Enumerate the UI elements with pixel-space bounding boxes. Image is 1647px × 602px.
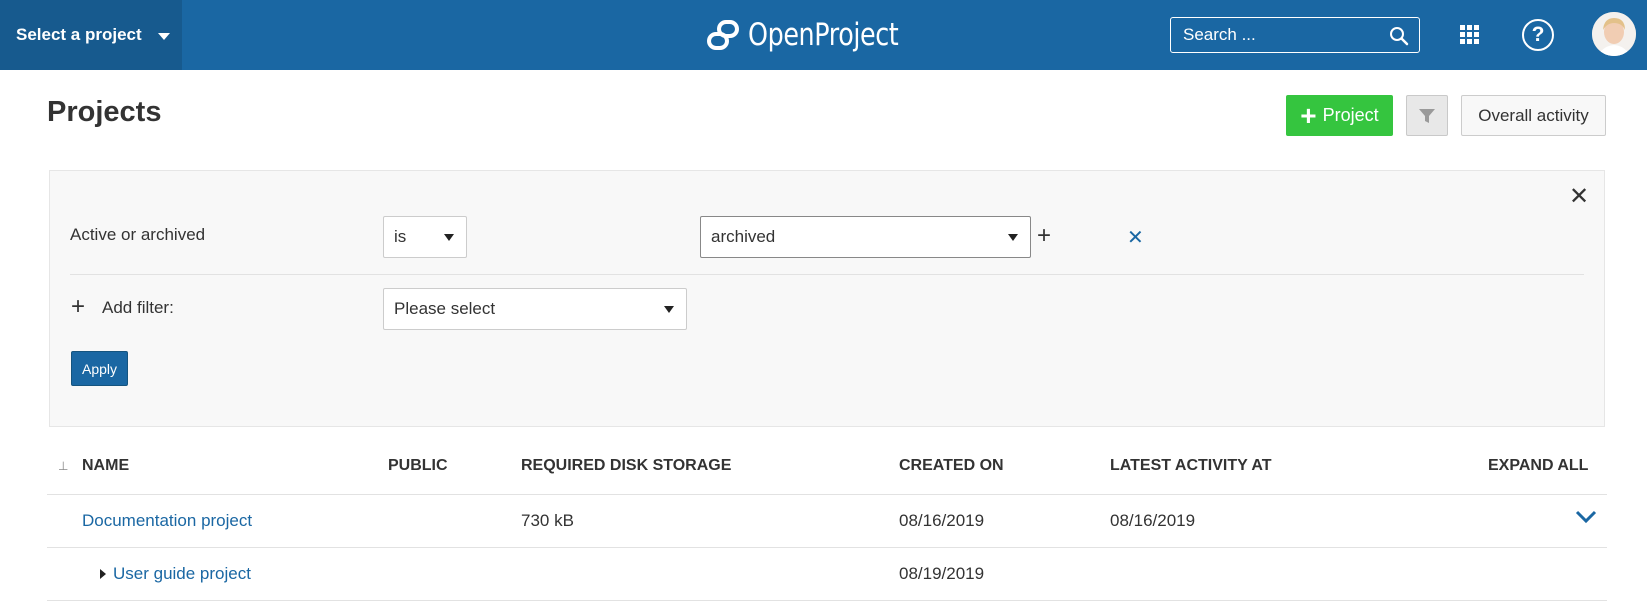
filter-value-select[interactable]: archived <box>700 216 1031 258</box>
disk-storage-cell: 730 kB <box>521 511 574 530</box>
remove-filter-icon[interactable]: ✕ <box>1127 225 1144 250</box>
add-filter-plus-icon: + <box>71 293 86 320</box>
expand-all-button[interactable]: EXPAND ALL <box>1488 457 1588 475</box>
project-selector-label: Select a project <box>16 25 142 44</box>
filter-operator-select[interactable]: is <box>383 216 467 258</box>
column-header-public[interactable]: PUBLIC <box>388 457 448 475</box>
table-header-divider <box>47 494 1607 495</box>
dropdown-arrow-icon <box>444 234 454 241</box>
latest-activity-cell: 08/16/2019 <box>1110 511 1196 530</box>
overall-activity-button[interactable]: Overall activity <box>1461 95 1606 136</box>
add-project-label: Project <box>1322 105 1379 125</box>
column-header-disk-storage[interactable]: REQUIRED DISK STORAGE <box>521 457 731 475</box>
close-icon[interactable]: ✕ <box>1569 182 1589 211</box>
search-placeholder: Search ... <box>1183 25 1256 44</box>
expand-arrow-icon[interactable] <box>100 569 106 579</box>
add-filter-select[interactable]: Please select <box>383 288 687 330</box>
user-avatar-icon <box>1592 12 1636 56</box>
top-navigation-bar: Select a project OpenProject Search ... … <box>0 0 1647 70</box>
project-link-user-guide[interactable]: User guide project <box>113 564 251 584</box>
add-filter-label: Add filter: <box>102 298 174 317</box>
dropdown-arrow-icon <box>1008 234 1018 241</box>
created-on-cell: 08/19/2019 <box>899 564 985 583</box>
table-row-divider <box>47 600 1607 601</box>
chevron-down-icon <box>157 32 170 40</box>
add-filter-select-value: Please select <box>394 299 496 318</box>
filter-icon <box>1419 108 1435 123</box>
filter-operator-value: is <box>394 227 407 246</box>
hierarchy-icon[interactable]: ⊥ <box>58 459 68 473</box>
column-header-latest-activity[interactable]: LATEST ACTIVITY AT <box>1110 457 1271 475</box>
column-header-name[interactable]: NAME <box>82 457 129 475</box>
table-row-divider <box>47 547 1607 548</box>
filter-divider <box>70 274 1584 275</box>
filter-toggle-button[interactable] <box>1406 95 1448 136</box>
project-selector[interactable]: Select a project <box>0 0 182 70</box>
add-project-button[interactable]: + Project <box>1286 95 1393 136</box>
plus-icon: + <box>1300 99 1317 131</box>
avatar[interactable] <box>1592 12 1636 56</box>
logo-icon <box>707 20 739 50</box>
column-header-created-on[interactable]: CREATED ON <box>899 457 1004 475</box>
apply-button[interactable]: Apply <box>71 351 128 386</box>
project-link-documentation[interactable]: Documentation project <box>82 511 252 531</box>
global-search-input[interactable]: Search ... <box>1170 17 1420 53</box>
filter-panel <box>49 170 1605 427</box>
created-on-cell: 08/16/2019 <box>899 511 985 530</box>
dropdown-arrow-icon <box>664 306 674 313</box>
chevron-down-icon[interactable] <box>1575 510 1597 524</box>
filter-value-text: archived <box>711 227 776 246</box>
help-icon[interactable]: ? <box>1522 19 1554 51</box>
modules-menu-icon[interactable] <box>1460 25 1479 44</box>
page-title: Projects <box>47 96 162 128</box>
openproject-logo[interactable]: OpenProject <box>706 14 931 56</box>
search-icon[interactable] <box>1389 26 1409 46</box>
logo-text: OpenProject <box>748 17 899 53</box>
add-value-plus-icon[interactable]: + <box>1037 222 1051 250</box>
filter-name-active-archived: Active or archived <box>70 225 206 244</box>
